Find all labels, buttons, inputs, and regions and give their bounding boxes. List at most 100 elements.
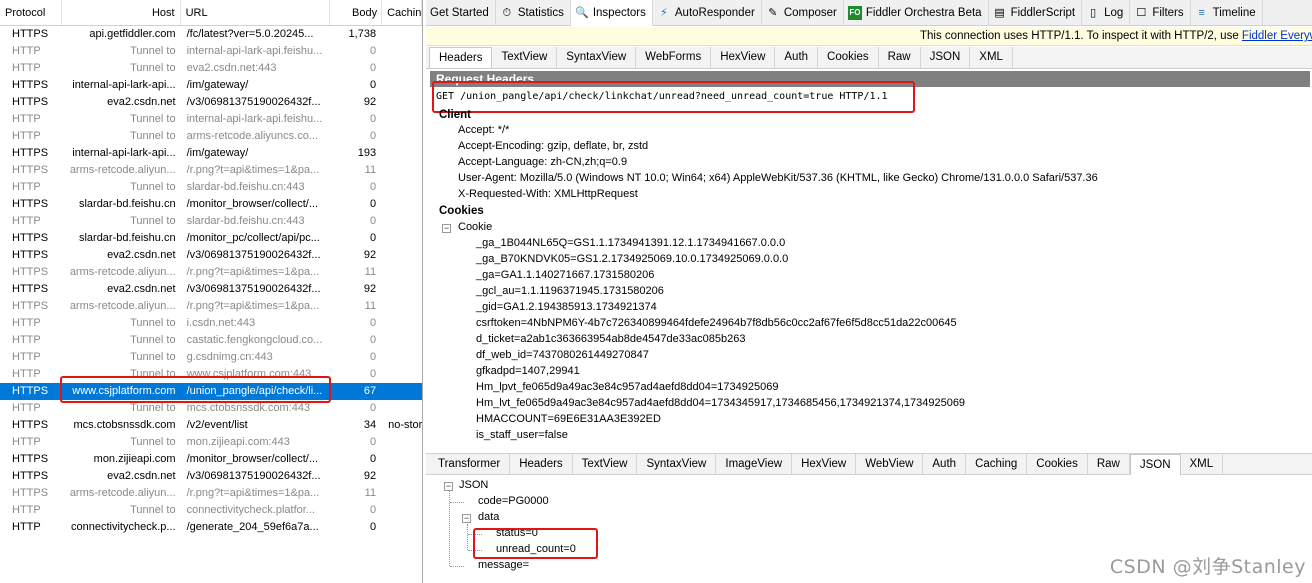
session-row[interactable]: HTTPS arms-retcode.aliyun... /r.png?t=api&… xyxy=(0,162,422,179)
tab-autoresponder[interactable]: ⚡ AutoResponder xyxy=(653,0,762,26)
client-header-line: X-Requested-With: XMLHttpRequest xyxy=(458,188,638,200)
session-row[interactable]: HTTP Tunnel to castatic.fengkongcloud.co..… xyxy=(0,332,422,349)
response-tab-webview[interactable]: WebView xyxy=(856,454,924,475)
request-tab-cookies[interactable]: Cookies xyxy=(818,47,879,68)
session-proto-cell: HTTPS xyxy=(12,419,49,431)
request-tab-raw[interactable]: Raw xyxy=(879,47,921,68)
session-row[interactable]: HTTP Tunnel to g.csdnimg.cn:443 0 xyxy=(0,349,422,366)
session-row[interactable]: HTTPS eva2.csdn.net/v3/06981375190026432f… xyxy=(0,247,422,264)
response-tab-auth[interactable]: Auth xyxy=(923,454,967,475)
response-tab-caching[interactable]: Caching xyxy=(966,454,1028,475)
session-row[interactable]: HTTPS internal-api-lark-api... /im/gateway… xyxy=(0,77,422,94)
session-row[interactable]: HTTP Tunnel to arms-retcode.aliyuncs.co...… xyxy=(0,128,422,145)
session-host-cell: Tunnel to xyxy=(130,215,176,227)
json-root-node[interactable]: JSON xyxy=(459,479,488,491)
json-data-toggle[interactable]: − xyxy=(462,514,471,523)
tab-label: Timeline xyxy=(1212,7,1256,19)
request-tab-auth[interactable]: Auth xyxy=(775,47,819,68)
session-row[interactable]: HTTP Tunnel to slardar-bd.feishu.cn:443 0 xyxy=(0,213,422,230)
fiddler-everywhere-link[interactable]: Fiddler Everywhere xyxy=(1242,30,1312,42)
session-row[interactable]: HTTPS eva2.csdn.net/v3/06981375190026432f… xyxy=(0,468,422,485)
session-row[interactable]: HTTP Tunnel to connectivitycheck.platfor..… xyxy=(0,502,422,519)
response-tab-hexview[interactable]: HexView xyxy=(792,454,857,475)
session-row[interactable]: HTTPS mcs.ctobsnssdk.com/v2/event/list 34 n… xyxy=(0,417,422,434)
session-body-cell: 0 xyxy=(369,62,377,74)
response-tab-transformer[interactable]: Transformer xyxy=(429,454,511,475)
session-body-cell: 0 xyxy=(369,504,377,516)
session-url-cell: /v3/06981375190026432f... xyxy=(186,96,321,108)
session-row[interactable]: HTTP Tunnel to mon.zijieapi.com:443 0 xyxy=(0,434,422,451)
session-list-header: Protocol Host URL Body Cachin xyxy=(0,0,422,26)
tab-log[interactable]: ▯ Log xyxy=(1082,0,1131,26)
tab-inspectors[interactable]: 🔍 Inspectors xyxy=(570,0,653,26)
session-row[interactable]: HTTPS slardar-bd.feishu.cn/monitor_browse… xyxy=(0,196,422,213)
response-tab-json[interactable]: JSON xyxy=(1129,454,1181,475)
session-row[interactable]: HTTPS mon.zijieapi.com/monitor_browser/co… xyxy=(0,451,422,468)
request-tab-hexview[interactable]: HexView xyxy=(711,47,776,68)
response-tab-textview[interactable]: TextView xyxy=(573,454,638,475)
session-row-selected[interactable]: HTTPS www.csjplatform.com/union_pangle/ap… xyxy=(0,383,422,400)
request-tab-syntaxview[interactable]: SyntaxView xyxy=(557,47,637,68)
session-row[interactable]: HTTP Tunnel to internal-api-lark-api.feish… xyxy=(0,43,422,60)
session-proto-cell: HTTPS xyxy=(12,487,49,499)
session-row[interactable]: HTTP Tunnel to eva2.csdn.net:443 0 xyxy=(0,60,422,77)
json-code-node[interactable]: code=PG0000 xyxy=(478,495,549,507)
session-row[interactable]: HTTP Tunnel to i.csdn.net:443 0 xyxy=(0,315,422,332)
response-tab-syntaxview[interactable]: SyntaxView xyxy=(637,454,717,475)
session-cache-cell xyxy=(382,128,422,145)
session-row[interactable]: HTTPS api.getfiddler.com/fc/latest?ver=5.… xyxy=(0,26,422,43)
session-row[interactable]: HTTPS arms-retcode.aliyun... /r.png?t=api&… xyxy=(0,485,422,502)
json-data-node[interactable]: data xyxy=(478,511,499,523)
session-list[interactable]: Protocol Host URL Body Cachin HTTPS api.g… xyxy=(0,0,423,583)
column-body[interactable]: Body xyxy=(330,0,383,25)
session-row[interactable]: HTTPS eva2.csdn.net/v3/06981375190026432f… xyxy=(0,281,422,298)
response-tab-cookies[interactable]: Cookies xyxy=(1027,454,1088,475)
session-row[interactable]: HTTPS eva2.csdn.net/v3/06981375190026432f… xyxy=(0,94,422,111)
session-row[interactable]: HTTPS arms-retcode.aliyun... /r.png?t=api&… xyxy=(0,264,422,281)
tab-fiddler-orchestra-beta[interactable]: FO Fiddler Orchestra Beta xyxy=(844,0,989,26)
session-row[interactable]: HTTPS arms-retcode.aliyun... /r.png?t=api&… xyxy=(0,298,422,315)
json-root-toggle[interactable]: − xyxy=(444,482,453,491)
session-url-cell: /im/gateway/ xyxy=(186,79,249,91)
response-tab-imageview[interactable]: ImageView xyxy=(716,454,793,475)
column-caching[interactable]: Cachin xyxy=(382,0,422,25)
request-tab-xml[interactable]: XML xyxy=(970,47,1013,68)
json-message-node[interactable]: message= xyxy=(478,559,529,571)
inspector-pane: Get Started ⏱ Statistics 🔍 Inspectors ⚡ AutoRe… xyxy=(426,0,1312,583)
tab-statistics[interactable]: ⏱ Statistics xyxy=(496,0,571,26)
session-rows: HTTPS api.getfiddler.com/fc/latest?ver=5.… xyxy=(0,26,422,536)
session-row[interactable]: HTTPS slardar-bd.feishu.cn/monitor_pc/col… xyxy=(0,230,422,247)
tab-get-started[interactable]: Get Started xyxy=(426,0,496,26)
column-host[interactable]: Host xyxy=(62,0,181,25)
main-tabbar: Get Started ⏱ Statistics 🔍 Inspectors ⚡ AutoRe… xyxy=(426,0,1312,26)
json-unread-count-node[interactable]: unread_count=0 xyxy=(496,543,576,555)
response-tab-xml[interactable]: XML xyxy=(1181,454,1224,475)
session-row[interactable]: HTTP Tunnel to slardar-bd.feishu.cn:443 0 xyxy=(0,179,422,196)
session-cache-cell xyxy=(382,179,422,196)
session-body-cell: 0 xyxy=(369,198,377,210)
request-tab-json[interactable]: JSON xyxy=(921,47,971,68)
session-url-cell: /r.png?t=api&times=1&pa... xyxy=(186,300,320,312)
tab-filters[interactable]: ☐ Filters xyxy=(1130,0,1191,26)
session-row[interactable]: HTTP Tunnel to mcs.ctobsnssdk.com:443 0 xyxy=(0,400,422,417)
tab-timeline[interactable]: ≡ Timeline xyxy=(1191,0,1263,26)
request-tab-webforms[interactable]: WebForms xyxy=(636,47,712,68)
session-proto-cell: HTTPS xyxy=(12,164,49,176)
request-tab-headers[interactable]: Headers xyxy=(429,47,493,68)
session-body-cell: 0 xyxy=(369,45,377,57)
session-row[interactable]: HTTP connectivitycheck.p... /generate_204_… xyxy=(0,519,422,536)
column-url[interactable]: URL xyxy=(181,0,331,25)
session-row[interactable]: HTTP Tunnel to www.csjplatform.com:443 0 xyxy=(0,366,422,383)
cookie-collapse-toggle[interactable]: − xyxy=(442,224,451,233)
session-row[interactable]: HTTPS internal-api-lark-api... /im/gateway… xyxy=(0,145,422,162)
tab-composer[interactable]: ✎ Composer xyxy=(762,0,844,26)
column-protocol[interactable]: Protocol xyxy=(0,0,62,25)
response-tab-raw[interactable]: Raw xyxy=(1088,454,1130,475)
session-row[interactable]: HTTP Tunnel to internal-api-lark-api.feish… xyxy=(0,111,422,128)
session-proto-cell: HTTP xyxy=(12,402,41,414)
response-tab-headers[interactable]: Headers xyxy=(510,454,573,475)
request-tab-textview[interactable]: TextView xyxy=(492,47,558,68)
json-status-node[interactable]: status=0 xyxy=(496,527,538,539)
tab-fiddlerscript[interactable]: ▤ FiddlerScript xyxy=(989,0,1083,26)
session-proto-cell: HTTPS xyxy=(12,232,49,244)
